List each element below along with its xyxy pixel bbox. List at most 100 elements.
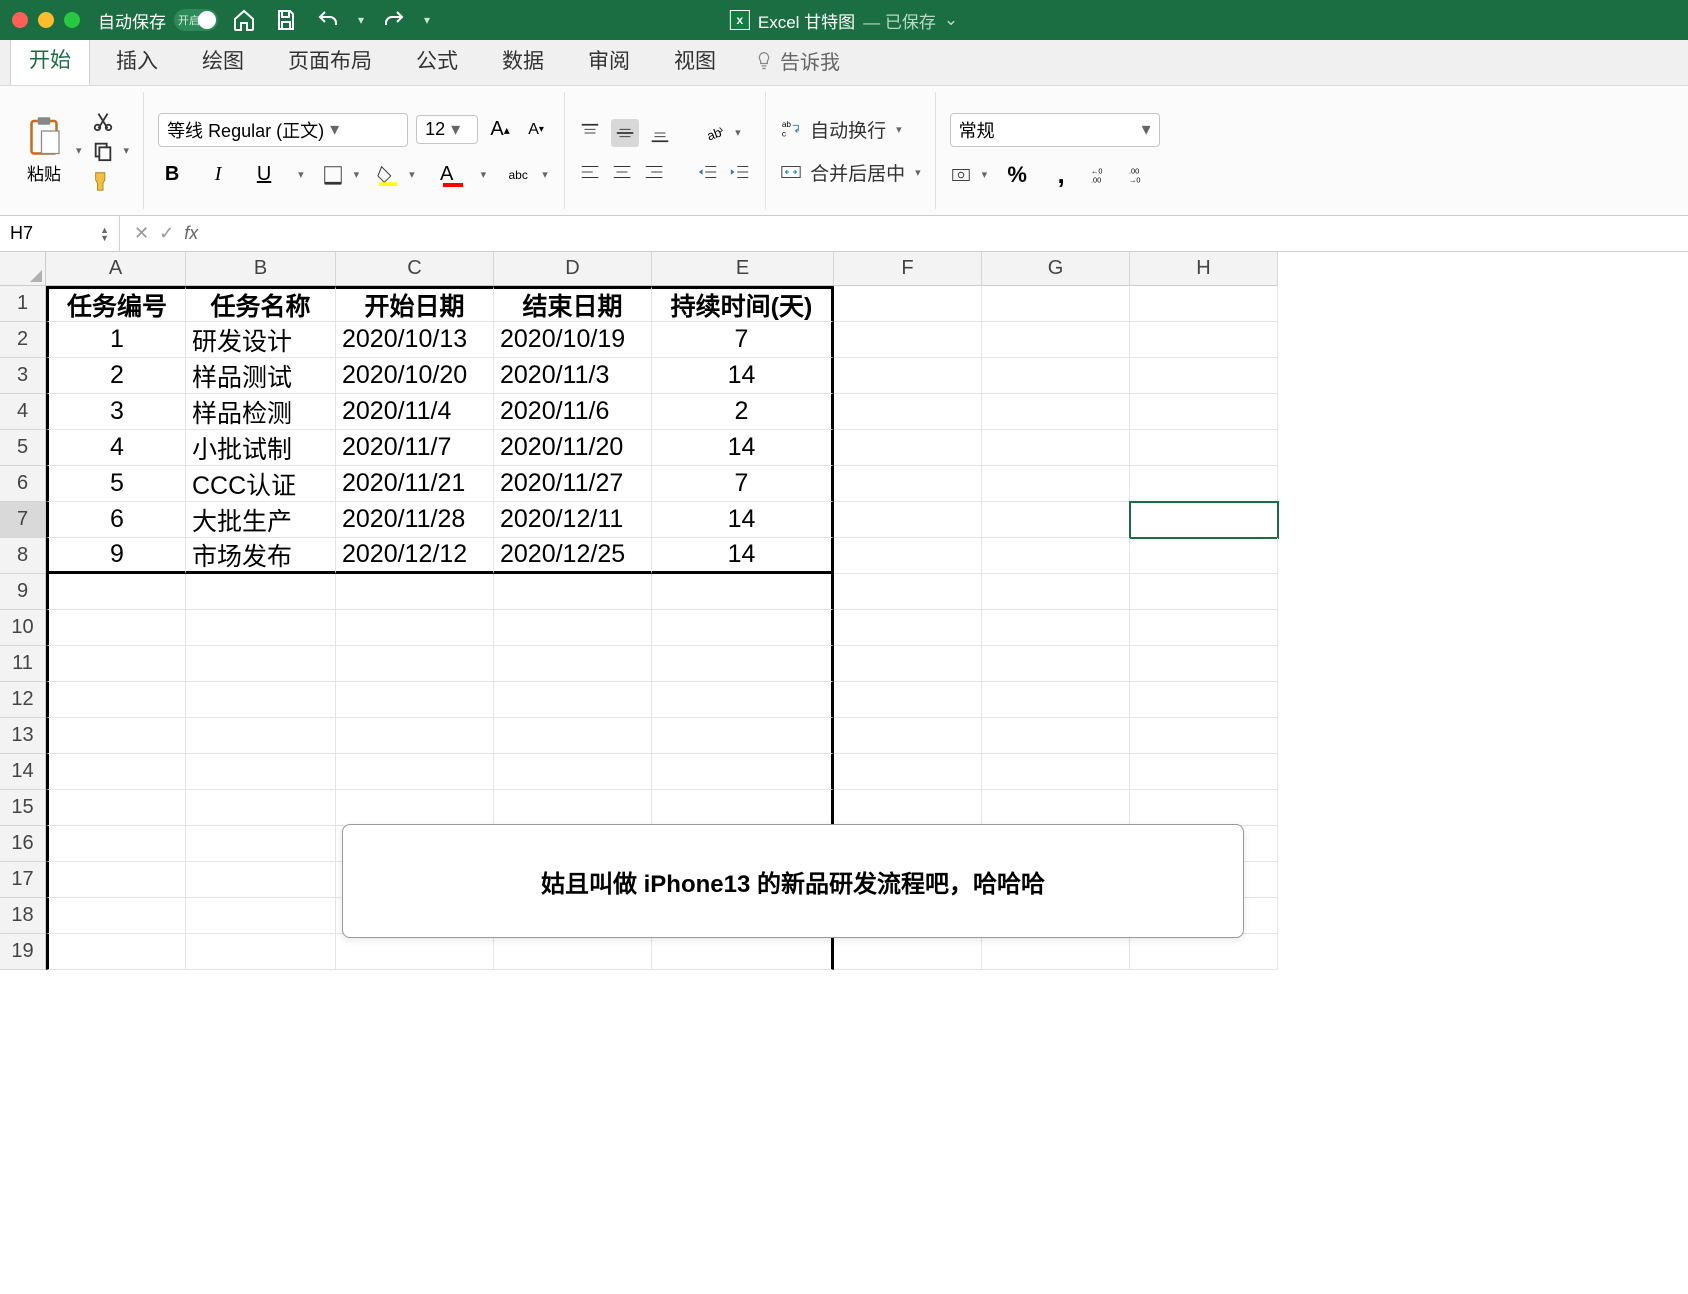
- cell-E19[interactable]: [652, 934, 834, 970]
- cell-H14[interactable]: [1130, 754, 1278, 790]
- column-header-A[interactable]: A: [46, 252, 186, 286]
- cell-B7[interactable]: 大批生产: [186, 502, 336, 538]
- cell-E6[interactable]: 7: [652, 466, 834, 502]
- row-header-1[interactable]: 1: [0, 286, 46, 322]
- cell-H3[interactable]: [1130, 358, 1278, 394]
- column-header-C[interactable]: C: [336, 252, 494, 286]
- cell-C13[interactable]: [336, 718, 494, 754]
- cell-A17[interactable]: [46, 862, 186, 898]
- column-header-B[interactable]: B: [186, 252, 336, 286]
- cell-A19[interactable]: [46, 934, 186, 970]
- autosave-control[interactable]: 自动保存 开启: [98, 8, 218, 33]
- cell-A5[interactable]: 4: [46, 430, 186, 466]
- cell-D2[interactable]: 2020/10/19: [494, 322, 652, 358]
- row-header-15[interactable]: 15: [0, 790, 46, 826]
- cell-B4[interactable]: 样品检测: [186, 394, 336, 430]
- cell-A13[interactable]: [46, 718, 186, 754]
- cell-C3[interactable]: 2020/10/20: [336, 358, 494, 394]
- percent-icon[interactable]: %: [1003, 161, 1031, 189]
- cell-C8[interactable]: 2020/12/12: [336, 538, 494, 574]
- cell-A6[interactable]: 5: [46, 466, 186, 502]
- row-header-10[interactable]: 10: [0, 610, 46, 646]
- fx-label[interactable]: fx: [184, 223, 198, 244]
- cell-G3[interactable]: [982, 358, 1130, 394]
- redo-dropdown[interactable]: ▾: [424, 13, 430, 27]
- cell-F15[interactable]: [834, 790, 982, 826]
- cell-E7[interactable]: 14: [652, 502, 834, 538]
- align-middle-icon[interactable]: [611, 119, 639, 147]
- row-header-13[interactable]: 13: [0, 718, 46, 754]
- row-header-16[interactable]: 16: [0, 826, 46, 862]
- confirm-formula-icon[interactable]: ✓: [159, 223, 174, 244]
- ribbon-tab-7[interactable]: 视图: [656, 37, 734, 85]
- home-icon[interactable]: [232, 8, 256, 32]
- bold-button[interactable]: B: [158, 161, 186, 189]
- undo-dropdown[interactable]: ▾: [358, 13, 364, 27]
- cell-E8[interactable]: 14: [652, 538, 834, 574]
- select-all-corner[interactable]: [0, 252, 46, 286]
- phonetic-guide-icon[interactable]: abc: [504, 161, 532, 189]
- cell-A15[interactable]: [46, 790, 186, 826]
- column-header-D[interactable]: D: [494, 252, 652, 286]
- cell-E13[interactable]: [652, 718, 834, 754]
- cell-D8[interactable]: 2020/12/25: [494, 538, 652, 574]
- cell-B1[interactable]: 任务名称: [186, 286, 336, 322]
- cell-G6[interactable]: [982, 466, 1130, 502]
- increase-decimal-icon[interactable]: ←0.00: [1091, 164, 1113, 186]
- cell-A1[interactable]: 任务编号: [46, 286, 186, 322]
- cell-E9[interactable]: [652, 574, 834, 610]
- column-header-E[interactable]: E: [652, 252, 834, 286]
- row-header-3[interactable]: 3: [0, 358, 46, 394]
- row-header-17[interactable]: 17: [0, 862, 46, 898]
- cell-D11[interactable]: [494, 646, 652, 682]
- cell-B19[interactable]: [186, 934, 336, 970]
- row-header-11[interactable]: 11: [0, 646, 46, 682]
- cell-H7[interactable]: [1130, 502, 1278, 538]
- cell-B13[interactable]: [186, 718, 336, 754]
- increase-font-button[interactable]: A▴: [486, 116, 514, 144]
- cell-H19[interactable]: [1130, 934, 1278, 970]
- cell-B17[interactable]: [186, 862, 336, 898]
- decrease-decimal-icon[interactable]: .00→0: [1129, 164, 1151, 186]
- cell-C9[interactable]: [336, 574, 494, 610]
- cell-F13[interactable]: [834, 718, 982, 754]
- cell-B11[interactable]: [186, 646, 336, 682]
- cell-E10[interactable]: [652, 610, 834, 646]
- ribbon-tab-3[interactable]: 页面布局: [270, 37, 390, 85]
- cell-A8[interactable]: 9: [46, 538, 186, 574]
- cell-E5[interactable]: 14: [652, 430, 834, 466]
- minimize-window-button[interactable]: [38, 12, 54, 28]
- cell-B12[interactable]: [186, 682, 336, 718]
- italic-button[interactable]: I: [204, 161, 232, 189]
- cell-D1[interactable]: 结束日期: [494, 286, 652, 322]
- cell-F8[interactable]: [834, 538, 982, 574]
- cell-B15[interactable]: [186, 790, 336, 826]
- tell-me-search[interactable]: 告诉我: [742, 38, 852, 85]
- font-size-select[interactable]: 12▾: [416, 115, 478, 144]
- format-painter-icon[interactable]: [92, 170, 114, 192]
- column-header-H[interactable]: H: [1130, 252, 1278, 286]
- cell-G12[interactable]: [982, 682, 1130, 718]
- ribbon-tab-2[interactable]: 绘图: [184, 37, 262, 85]
- cell-C15[interactable]: [336, 790, 494, 826]
- cell-C14[interactable]: [336, 754, 494, 790]
- cell-E3[interactable]: 14: [652, 358, 834, 394]
- cell-D19[interactable]: [494, 934, 652, 970]
- border-icon[interactable]: [322, 164, 344, 186]
- cell-D4[interactable]: 2020/11/6: [494, 394, 652, 430]
- cell-A11[interactable]: [46, 646, 186, 682]
- cell-E4[interactable]: 2: [652, 394, 834, 430]
- font-name-select[interactable]: 等线 Regular (正文)▾: [158, 113, 408, 147]
- ribbon-tab-4[interactable]: 公式: [398, 37, 476, 85]
- name-box-stepper[interactable]: ▲▼: [100, 226, 109, 242]
- cell-D13[interactable]: [494, 718, 652, 754]
- align-center-icon[interactable]: [611, 161, 633, 183]
- redo-icon[interactable]: [382, 8, 406, 32]
- cell-F19[interactable]: [834, 934, 982, 970]
- number-format-select[interactable]: 常规▾: [950, 113, 1160, 147]
- cell-F11[interactable]: [834, 646, 982, 682]
- cell-C6[interactable]: 2020/11/21: [336, 466, 494, 502]
- cell-D15[interactable]: [494, 790, 652, 826]
- cell-A3[interactable]: 2: [46, 358, 186, 394]
- formula-input[interactable]: [220, 216, 1688, 251]
